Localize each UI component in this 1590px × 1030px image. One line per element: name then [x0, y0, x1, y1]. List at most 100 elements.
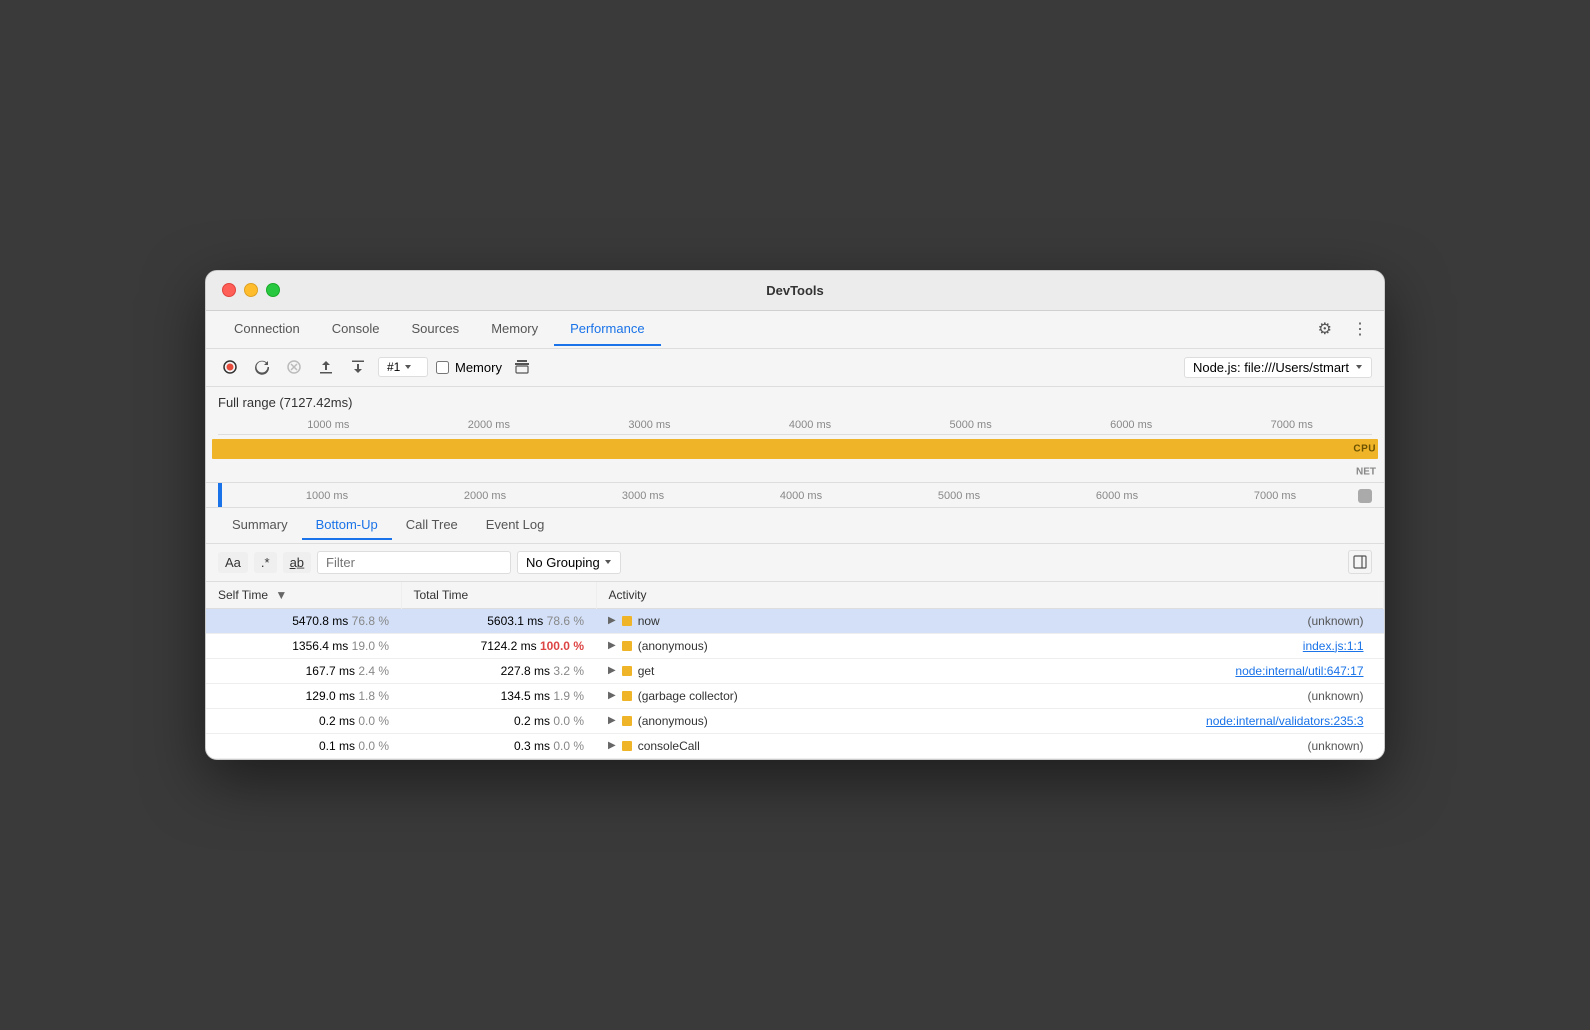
source-link[interactable]: node:internal/validators:235:3	[1206, 714, 1371, 728]
self-time-cell: 0.2 ms 0.0 %	[206, 709, 401, 734]
expand-arrow-icon[interactable]: ▶	[608, 615, 616, 626]
expand-arrow-icon[interactable]: ▶	[608, 640, 616, 651]
tab-event-log[interactable]: Event Log	[472, 511, 559, 540]
data-table-container: Self Time ▼ Total Time Activity 5470.8 m…	[206, 582, 1384, 760]
maximize-button[interactable]	[266, 283, 280, 297]
sort-arrow-icon: ▼	[275, 588, 287, 602]
minimize-button[interactable]	[244, 283, 258, 297]
record-button[interactable]	[218, 355, 242, 379]
total-time-cell: 0.3 ms 0.0 %	[401, 734, 596, 759]
scrollbar-handle[interactable]	[1358, 489, 1372, 503]
activity-name: (garbage collector)	[638, 689, 738, 703]
ruler-tick-5000: 5000 ms	[890, 416, 1051, 434]
download-button[interactable]	[346, 355, 370, 379]
devtools-window: DevTools Connection Console Sources Memo…	[205, 270, 1385, 761]
ruler-tick	[218, 416, 248, 434]
table-header-row: Self Time ▼ Total Time Activity	[206, 582, 1384, 609]
ruler-bottom-3000: 3000 ms	[564, 487, 722, 505]
filter-toolbar: Aa .* ab̲ No Grouping	[206, 544, 1384, 582]
total-time-value: 0.2 ms	[514, 714, 550, 728]
table-row[interactable]: 167.7 ms 2.4 %227.8 ms 3.2 %▶getnode:int…	[206, 659, 1384, 684]
source-unknown: (unknown)	[1307, 739, 1371, 753]
settings-icon[interactable]: ⚙	[1314, 315, 1336, 343]
case-sensitive-button[interactable]: Aa	[218, 552, 248, 573]
self-time-value: 1356.4 ms	[292, 639, 348, 653]
ruler-tick-6000: 6000 ms	[1051, 416, 1212, 434]
tab-performance[interactable]: Performance	[554, 313, 660, 346]
table-body: 5470.8 ms 76.8 %5603.1 ms 78.6 %▶now(unk…	[206, 608, 1384, 759]
source-unknown: (unknown)	[1307, 614, 1371, 628]
memory-checkbox[interactable]: Memory	[436, 360, 502, 375]
th-self-time[interactable]: Self Time ▼	[206, 582, 401, 609]
node-target-label: Node.js: file:///Users/stmart	[1193, 360, 1349, 375]
self-time-value: 0.1 ms	[319, 739, 355, 753]
cpu-bar-container: CPU	[206, 435, 1384, 463]
self-time-value: 167.7 ms	[306, 664, 355, 678]
tab-sources[interactable]: Sources	[395, 313, 475, 346]
total-pct: 0.0 %	[553, 739, 584, 753]
filter-input[interactable]	[317, 551, 511, 574]
tab-summary[interactable]: Summary	[218, 511, 302, 540]
self-time-cell: 1356.4 ms 19.0 %	[206, 634, 401, 659]
expand-arrow-icon[interactable]: ▶	[608, 715, 616, 726]
memory-checkbox-input[interactable]	[436, 361, 449, 374]
grouping-select[interactable]: No Grouping	[517, 551, 621, 574]
timeline-section: Full range (7127.42ms) 1000 ms 2000 ms 3…	[206, 387, 1384, 508]
total-time-value: 7124.2 ms	[481, 639, 537, 653]
tab-memory[interactable]: Memory	[475, 313, 554, 346]
source-link[interactable]: index.js:1:1	[1303, 639, 1372, 653]
self-time-cell: 129.0 ms 1.8 %	[206, 684, 401, 709]
regex-button[interactable]: .*	[254, 552, 277, 573]
total-time-value: 0.3 ms	[514, 739, 550, 753]
upload-button[interactable]	[314, 355, 338, 379]
ruler-bottom-7000: 7000 ms	[1196, 487, 1354, 505]
tab-bottom-up[interactable]: Bottom-Up	[302, 511, 392, 540]
main-tab-bar: Connection Console Sources Memory Perfor…	[206, 311, 1384, 349]
reload-button[interactable]	[250, 355, 274, 379]
self-pct: 76.8 %	[352, 614, 389, 628]
panel-toggle-button[interactable]	[1348, 550, 1372, 574]
activity-color-box	[622, 691, 632, 701]
expand-arrow-icon[interactable]: ▶	[608, 690, 616, 701]
ruler-bottom-1000: 1000 ms	[248, 487, 406, 505]
table-row[interactable]: 5470.8 ms 76.8 %5603.1 ms 78.6 %▶now(unk…	[206, 608, 1384, 634]
self-pct: 2.4 %	[358, 664, 389, 678]
traffic-lights	[222, 283, 280, 297]
tab-call-tree[interactable]: Call Tree	[392, 511, 472, 540]
activity-color-box	[622, 616, 632, 626]
table-row[interactable]: 0.1 ms 0.0 %0.3 ms 0.0 %▶consoleCall(unk…	[206, 734, 1384, 759]
clear-button[interactable]	[282, 355, 306, 379]
table-row[interactable]: 0.2 ms 0.0 %0.2 ms 0.0 %▶(anonymous)node…	[206, 709, 1384, 734]
full-range-label: Full range (7127.42ms)	[218, 395, 1372, 410]
table-row[interactable]: 129.0 ms 1.8 %134.5 ms 1.9 %▶(garbage co…	[206, 684, 1384, 709]
cleanup-button[interactable]	[510, 355, 534, 379]
expand-arrow-icon[interactable]: ▶	[608, 665, 616, 676]
source-link[interactable]: node:internal/util:647:17	[1235, 664, 1371, 678]
total-pct: 100.0 %	[540, 639, 584, 653]
window-title: DevTools	[766, 283, 824, 298]
bottom-tab-bar: Summary Bottom-Up Call Tree Event Log	[206, 508, 1384, 544]
th-total-time[interactable]: Total Time	[401, 582, 596, 609]
activity-name: (anonymous)	[638, 714, 708, 728]
node-target-selector[interactable]: Node.js: file:///Users/stmart	[1184, 357, 1372, 378]
whole-word-button[interactable]: ab̲	[283, 552, 311, 573]
activity-cell: ▶ (anonymous) node:internal/validators:235…	[596, 709, 1384, 734]
filter-right	[1348, 550, 1372, 574]
activity-color-box	[622, 641, 632, 651]
session-selector[interactable]: #1	[378, 357, 428, 377]
close-button[interactable]	[222, 283, 236, 297]
activity-cell: ▶consoleCall(unknown)	[596, 734, 1384, 759]
self-time-cell: 5470.8 ms 76.8 %	[206, 608, 401, 634]
ruler-tick-2000: 2000 ms	[409, 416, 570, 434]
tab-connection[interactable]: Connection	[218, 313, 316, 346]
grouping-label: No Grouping	[526, 555, 600, 570]
self-time-cell: 167.7 ms 2.4 %	[206, 659, 401, 684]
table-row[interactable]: 1356.4 ms 19.0 % 7124.2 ms 100.0 % ▶(anony…	[206, 634, 1384, 659]
panel-toggle-icon	[1353, 555, 1367, 569]
self-time-value: 129.0 ms	[306, 689, 355, 703]
expand-arrow-icon[interactable]: ▶	[608, 740, 616, 751]
tab-console[interactable]: Console	[316, 313, 396, 346]
more-icon[interactable]: ⋮	[1348, 315, 1372, 343]
activity-cell: ▶(anonymous)index.js:1:1	[596, 634, 1384, 659]
self-time-value: 5470.8 ms	[292, 614, 348, 628]
